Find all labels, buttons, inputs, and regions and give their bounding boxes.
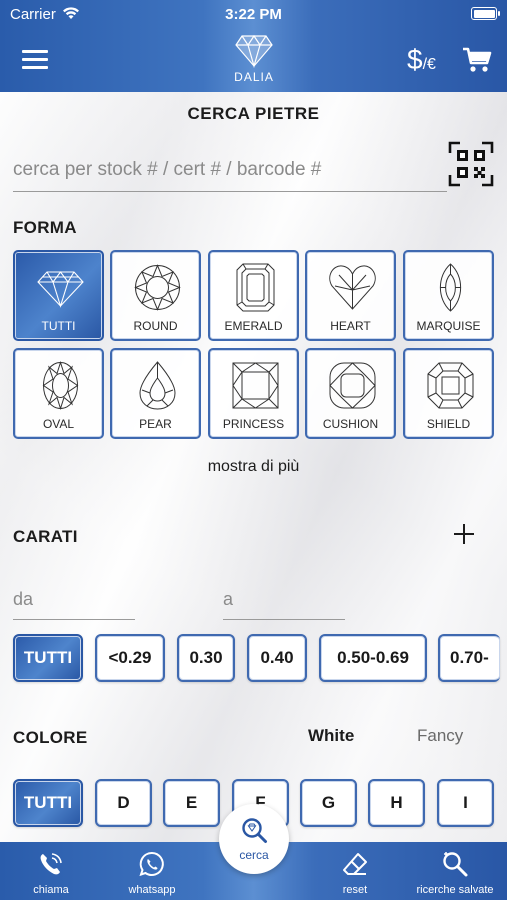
shape-round-button[interactable]: ROUND [110, 250, 201, 341]
currency-alt: /€ [422, 56, 436, 73]
search-title: CERCA PIETRE [187, 104, 320, 123]
shape-marquise-button[interactable]: MARQUISE [403, 250, 494, 341]
shape-oval-button[interactable]: OVAL [13, 348, 104, 439]
color-chip[interactable]: D [95, 779, 152, 827]
status-time: 3:22 PM [225, 6, 282, 23]
tab-whatsapp[interactable]: whatsapp [110, 842, 194, 900]
color-tab-fancy[interactable]: Fancy [417, 726, 463, 746]
qr-scan-icon[interactable] [448, 141, 494, 187]
shape-label: TUTTI [41, 319, 76, 333]
carat-chip[interactable]: 0.70- [438, 634, 500, 682]
shape-label: OVAL [42, 417, 75, 431]
app-header: Carrier 3:22 PM DALIA $/€ [0, 0, 507, 92]
carat-chip[interactable]: 0.30 [177, 634, 235, 682]
shape-label: MARQUISE [416, 319, 481, 333]
carat-chip[interactable]: 0.50-0.69 [319, 634, 427, 682]
shape-section-label: FORMA [13, 218, 77, 237]
search-input[interactable] [13, 148, 447, 192]
tab-search-label: cerca [239, 848, 269, 862]
status-bar: Carrier 3:22 PM [0, 0, 507, 30]
shape-emerald-button[interactable]: EMERALD [208, 250, 299, 341]
currency-symbol: $ [407, 44, 423, 75]
tab-saved-searches[interactable]: ricerche salvate [405, 842, 505, 900]
shape-shield-button[interactable]: SHIELD [403, 348, 494, 439]
color-chip[interactable]: H [368, 779, 425, 827]
round-cut-icon [134, 264, 181, 311]
oval-cut-icon [42, 360, 79, 411]
tab-reset-label: reset [342, 884, 368, 896]
shape-heart-button[interactable]: HEART [305, 250, 396, 341]
battery-icon [471, 7, 500, 20]
menu-icon[interactable] [22, 50, 48, 70]
cart-icon[interactable] [462, 46, 492, 74]
carat-from-input[interactable] [13, 580, 135, 620]
color-chip[interactable]: I [437, 779, 494, 827]
tab-saved-searches-label: ricerche salvate [416, 884, 494, 896]
color-section-label: COLORE [13, 728, 88, 747]
marquise-cut-icon [439, 263, 462, 312]
shape-label: ROUND [133, 319, 178, 333]
shape-pear-button[interactable]: PEAR [110, 348, 201, 439]
phone-icon [40, 853, 62, 875]
shape-princess-button[interactable]: PRINCESS [208, 348, 299, 439]
color-chip[interactable]: G [300, 779, 357, 827]
diamond-logo-icon [235, 34, 273, 68]
carat-section-label: CARATI [13, 527, 78, 546]
whatsapp-icon [139, 851, 164, 877]
color-chip-all[interactable]: TUTTI [13, 779, 83, 827]
shape-label: PEAR [139, 417, 172, 431]
currency-toggle[interactable]: $/€ [407, 44, 436, 76]
shield-cut-icon [427, 362, 474, 409]
shape-label: CUSHION [322, 417, 379, 431]
carat-chip-all[interactable]: TUTTI [13, 634, 83, 682]
shape-label: EMERALD [224, 319, 283, 333]
logo-text: DALIA [234, 70, 274, 84]
heart-cut-icon [329, 265, 376, 310]
shape-cushion-button[interactable]: CUSHION [305, 348, 396, 439]
shape-all-button[interactable]: TUTTI [13, 250, 104, 341]
diamond-icon [37, 271, 84, 308]
color-tab-white[interactable]: White [308, 726, 354, 746]
carat-to-input[interactable] [223, 580, 345, 620]
tab-search[interactable]: cerca [219, 804, 289, 874]
app-logo: DALIA [228, 32, 280, 84]
shape-label: HEART [330, 319, 371, 333]
show-more-link[interactable]: mostra di più [0, 458, 507, 476]
tab-reset[interactable]: reset [313, 842, 397, 900]
search-icon [242, 818, 267, 843]
color-chip[interactable]: E [163, 779, 220, 827]
tab-whatsapp-label: whatsapp [128, 884, 176, 896]
cushion-cut-icon [329, 362, 376, 409]
shape-label: SHIELD [426, 417, 471, 431]
tab-call[interactable]: chiama [10, 842, 92, 900]
pear-cut-icon [139, 361, 176, 410]
shape-label: PRINCESS [222, 417, 285, 431]
saved-search-icon [443, 852, 468, 877]
carat-chip[interactable]: <0.29 [95, 634, 165, 682]
emerald-cut-icon [236, 263, 275, 312]
carat-chip[interactable]: 0.40 [247, 634, 307, 682]
tab-call-label: chiama [33, 884, 69, 896]
princess-cut-icon [232, 362, 279, 409]
eraser-icon [343, 853, 367, 875]
plus-icon[interactable] [452, 522, 476, 546]
